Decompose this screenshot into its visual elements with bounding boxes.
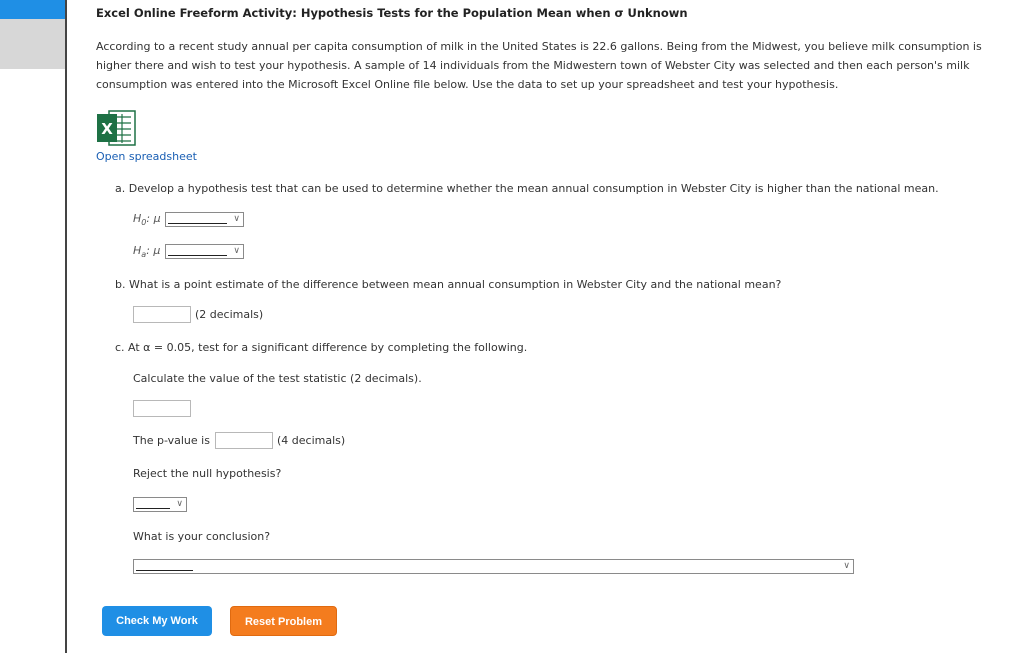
- point-estimate-input[interactable]: [133, 306, 191, 323]
- ha-label: Ha: μ: [133, 244, 160, 259]
- chevron-down-icon: ∨: [233, 246, 240, 256]
- reset-problem-button[interactable]: Reset Problem: [230, 606, 337, 636]
- chevron-down-icon: ∨: [176, 499, 183, 509]
- chevron-down-icon: ∨: [843, 561, 850, 571]
- rail-active-tab[interactable]: [0, 0, 66, 19]
- excel-icon-letter: X: [101, 120, 113, 138]
- point-estimate-hint: (2 decimals): [195, 308, 264, 321]
- chevron-down-icon: ∨: [233, 214, 240, 224]
- test-statistic-input[interactable]: [133, 400, 191, 417]
- left-rail: [0, 0, 67, 653]
- conclusion-label: What is your conclusion?: [133, 530, 271, 543]
- pvalue-label: The p-value is: [133, 434, 210, 447]
- excel-icon[interactable]: X: [95, 108, 139, 148]
- reject-select[interactable]: ∨: [133, 497, 187, 512]
- rail-tab[interactable]: [0, 19, 66, 69]
- question-a: a. Develop a hypothesis test that can be…: [115, 182, 939, 195]
- h0-label: H0: μ: [133, 212, 161, 227]
- page-title: Excel Online Freeform Activity: Hypothes…: [96, 6, 688, 20]
- ha-select[interactable]: ∨: [165, 244, 244, 259]
- pvalue-hint: (4 decimals): [277, 434, 346, 447]
- ha-mu: : μ: [146, 244, 161, 257]
- open-spreadsheet-link[interactable]: Open spreadsheet: [96, 150, 197, 163]
- conclusion-select[interactable]: ∨: [133, 559, 854, 574]
- rail-divider: [65, 0, 67, 653]
- h0-mu: : μ: [146, 212, 161, 225]
- check-my-work-button[interactable]: Check My Work: [102, 606, 212, 636]
- h0-select[interactable]: ∨: [165, 212, 244, 227]
- reject-label: Reject the null hypothesis?: [133, 467, 282, 480]
- test-statistic-label: Calculate the value of the test statisti…: [133, 372, 422, 385]
- pvalue-input[interactable]: [215, 432, 273, 449]
- problem-intro: According to a recent study annual per c…: [96, 40, 982, 91]
- question-c: c. At α = 0.05, test for a significant d…: [115, 341, 528, 354]
- question-b: b. What is a point estimate of the diffe…: [115, 278, 782, 291]
